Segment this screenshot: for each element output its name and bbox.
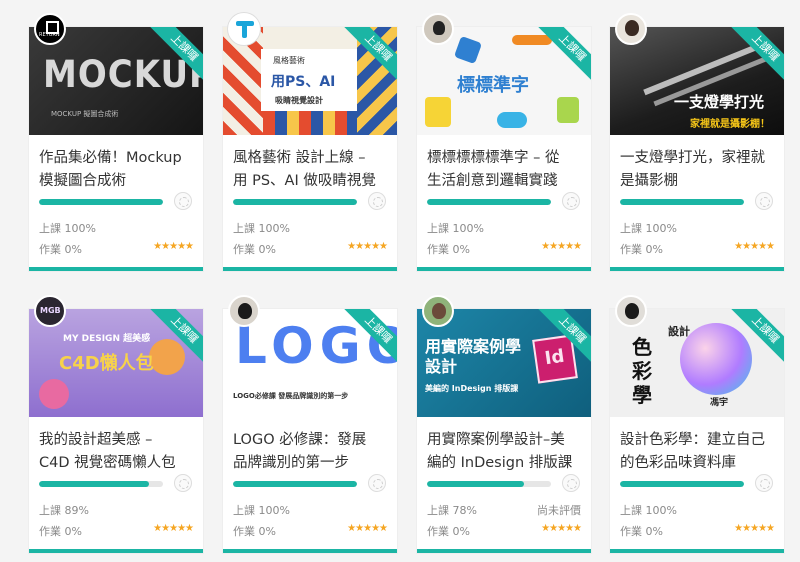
- thumbnail-subtitle: LOGO必修課 發展品牌識別的第一步: [233, 392, 349, 400]
- class-progress: 上課 100%: [620, 222, 677, 235]
- course-title[interactable]: 標標標標標準字 – 從生活創意到邏輯實踐: [427, 147, 585, 193]
- progress-bar: [427, 199, 551, 205]
- instructor-avatar[interactable]: [615, 295, 647, 327]
- avatar-face: [433, 21, 445, 35]
- thumb-shape-cyan: [497, 112, 527, 128]
- course-card[interactable]: 一支燈學打光 家裡就是攝影棚！ 上課囉 一支燈學打光，家裡就 是攝影棚 上課 10…: [610, 13, 784, 271]
- rating-stars[interactable]: ★★★★★: [541, 523, 582, 534]
- class-progress: 上課 100%: [427, 222, 484, 235]
- avatar-face: [432, 303, 446, 319]
- avatar-logo: MGB: [40, 306, 61, 315]
- instructor-avatar[interactable]: [228, 13, 260, 45]
- thumb-color-orb: [680, 323, 752, 395]
- thumbnail-title: 標標準字: [457, 75, 529, 96]
- thumbnail-top: MY DESIGN 超美感: [63, 334, 151, 344]
- class-progress: 上課 89%: [39, 504, 89, 517]
- thumb-shape-green: [557, 97, 579, 123]
- thumbnail-title: MOCKUP: [43, 53, 203, 97]
- thumbnail-title: 用實際案例學設計: [425, 337, 522, 376]
- homework-progress: 作業 0%: [427, 525, 470, 538]
- thumb-pattern-bottom: [263, 107, 357, 135]
- thumbnail-subtitle: 馮宇: [710, 398, 729, 408]
- course-card[interactable]: MY DESIGN 超美感 C4D懶人包 上課囉 MGB 我的設計超美感 – C4…: [29, 295, 203, 553]
- rating-stars[interactable]: ★★★★★: [734, 523, 775, 534]
- instructor-avatar[interactable]: [228, 295, 260, 327]
- progress-bar: [233, 199, 357, 205]
- thumbnail-title: 一支燈學打光: [674, 93, 765, 111]
- thumb-shape-orange: [149, 339, 185, 375]
- certificate-badge-icon: [174, 474, 192, 492]
- homework-progress: 作業 0%: [620, 525, 663, 538]
- avatar-logo-mark: [46, 21, 59, 34]
- thumbnail-subtitle: 家裡就是攝影棚！: [690, 119, 770, 130]
- thumbnail-subtitle: 美編的 InDesign 排版課: [425, 384, 519, 393]
- course-card[interactable]: 風格藝術 用PS、AI 吸睛視覺設計 上課囉 風格藝術 設計上線 – 用 PS、A…: [223, 13, 397, 271]
- thumbnail-title: 用PS、AI: [271, 74, 336, 90]
- rating-pending[interactable]: 尚未評價: [537, 502, 581, 518]
- avatar-face: [625, 303, 639, 319]
- thumbnail-subtitle: 吸睛視覺設計: [275, 96, 323, 105]
- instructor-avatar[interactable]: [615, 13, 647, 45]
- progress-bar: [620, 199, 744, 205]
- thumbnail-title: 色彩學: [632, 335, 652, 407]
- rating-stars[interactable]: ★★★★★: [347, 241, 388, 252]
- rating-stars[interactable]: ★★★★★: [153, 241, 194, 252]
- homework-progress: 作業 0%: [427, 243, 470, 256]
- course-title[interactable]: 一支燈學打光，家裡就 是攝影棚: [620, 147, 778, 193]
- certificate-badge-icon: [174, 192, 192, 210]
- homework-progress: 作業 0%: [233, 525, 276, 538]
- course-card[interactable]: MOCKUP MOCKUP 擬圖合成術 上課囉 RETURN 作品集必備！Moc…: [29, 13, 203, 271]
- rating-stars[interactable]: ★★★★★: [734, 241, 775, 252]
- instructor-avatar[interactable]: MGB: [34, 295, 66, 327]
- instructor-avatar[interactable]: [422, 13, 454, 45]
- thumbnail-subtitle: MOCKUP 擬圖合成術: [51, 110, 119, 118]
- progress-bar: [427, 481, 551, 487]
- instructor-avatar[interactable]: [422, 295, 454, 327]
- certificate-badge-icon: [562, 474, 580, 492]
- course-card[interactable]: 標標準字 上課囉 標標標標標準字 – 從生活創意到邏輯實踐 上課 100% 作業…: [417, 13, 591, 271]
- thumb-shape-yellow: [425, 97, 451, 127]
- certificate-badge-icon: [368, 192, 386, 210]
- course-title[interactable]: 作品集必備！Mockup 模擬圖合成術: [39, 147, 197, 193]
- rating-stars[interactable]: ★★★★★: [347, 523, 388, 534]
- avatar-face: [625, 20, 639, 36]
- homework-progress: 作業 0%: [39, 525, 82, 538]
- thumb-shape-pink: [39, 379, 69, 409]
- thumb-shape-orange: [512, 35, 552, 45]
- indesign-logo-text: Id: [543, 345, 566, 370]
- progress-bar: [620, 481, 744, 487]
- course-title[interactable]: 風格藝術 設計上線 – 用 PS、AI 做吸睛視覺: [233, 147, 391, 193]
- rating-stars[interactable]: ★★★★★: [541, 241, 582, 252]
- thumb-shape-blue: [453, 35, 483, 65]
- class-progress: 上課 78%: [427, 504, 477, 517]
- progress-bar: [39, 481, 163, 487]
- homework-progress: 作業 0%: [39, 243, 82, 256]
- course-card[interactable]: LOGO LOGO必修課 發展品牌識別的第一步 上課囉 LOGO 必修課：發展品…: [223, 295, 397, 553]
- progress-bar: [39, 199, 163, 205]
- course-card[interactable]: 用實際案例學設計 美編的 InDesign 排版課 Id 上課囉 用實際案例學設…: [417, 295, 591, 553]
- avatar-logo-mark-2: [242, 24, 247, 38]
- certificate-badge-icon: [755, 192, 773, 210]
- course-card[interactable]: 設計 色彩學 馮宇 上課囉 設計色彩學：建立自己 的色彩品味資料庫 上課 100%…: [610, 295, 784, 553]
- class-progress: 上課 100%: [233, 504, 290, 517]
- homework-progress: 作業 0%: [233, 243, 276, 256]
- thumbnail-top: 風格藝術: [273, 56, 305, 65]
- class-progress: 上課 100%: [39, 222, 96, 235]
- course-title[interactable]: 我的設計超美感 – C4D 視覺密碼懶人包: [39, 429, 197, 475]
- avatar-face: [238, 303, 252, 319]
- rating-stars[interactable]: ★★★★★: [153, 523, 194, 534]
- course-title[interactable]: 用實際案例學設計–美 編的 InDesign 排版課: [427, 429, 585, 475]
- certificate-badge-icon: [755, 474, 773, 492]
- certificate-badge-icon: [368, 474, 386, 492]
- progress-bar: [233, 481, 357, 487]
- certificate-badge-icon: [562, 192, 580, 210]
- homework-progress: 作業 0%: [620, 243, 663, 256]
- thumbnail-top: 設計: [668, 325, 690, 338]
- instructor-avatar[interactable]: RETURN: [34, 13, 66, 45]
- class-progress: 上課 100%: [620, 504, 677, 517]
- class-progress: 上課 100%: [233, 222, 290, 235]
- thumbnail-title: C4D懶人包: [59, 353, 154, 374]
- course-title[interactable]: LOGO 必修課：發展 品牌識別的第一步: [233, 429, 391, 475]
- course-title[interactable]: 設計色彩學：建立自己 的色彩品味資料庫: [620, 429, 778, 475]
